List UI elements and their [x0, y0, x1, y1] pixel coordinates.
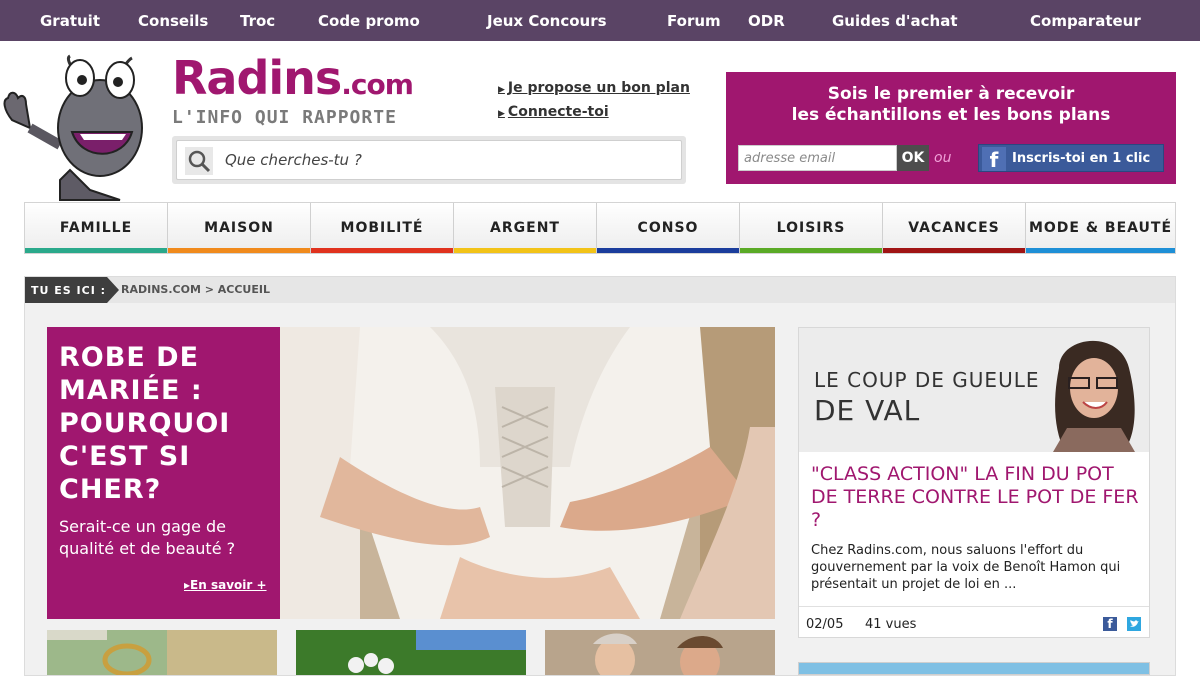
- topnav-code-promo[interactable]: Code promo: [318, 12, 420, 30]
- category-famille-label: FAMILLE: [59, 220, 133, 236]
- topnav-forum[interactable]: Forum: [667, 12, 721, 30]
- category-maison-label: MAISON: [204, 220, 274, 236]
- propose-bon-plan-link[interactable]: ▶ Je propose un bon plan: [498, 77, 690, 101]
- category-mode-beaute[interactable]: MODE & BEAUTÉ: [1026, 203, 1175, 253]
- breadcrumb: TU ES ICI : RADINS.COM > ACCUEIL: [25, 277, 1175, 303]
- category-loisirs-label: LOISIRS: [776, 220, 846, 236]
- category-mobilite-bar: [311, 248, 453, 253]
- val-article-excerpt: Chez Radins.com, nous saluons l'effort d…: [811, 543, 1121, 592]
- top-nav: Gratuit Conseils Troc Code promo Jeux Co…: [0, 0, 1200, 41]
- breadcrumb-path[interactable]: RADINS.COM > ACCUEIL: [121, 283, 270, 296]
- logo-brand-suffix: .com: [341, 68, 414, 101]
- category-conso[interactable]: CONSO: [597, 203, 740, 253]
- connecte-toi-label: Connecte-toi: [507, 104, 609, 120]
- ok-button[interactable]: OK: [897, 145, 929, 171]
- val-header-line2: DE VAL: [814, 394, 921, 427]
- category-loisirs-bar: [740, 248, 882, 253]
- topnav-comparateur[interactable]: Comparateur: [1030, 12, 1141, 30]
- val-header-line1: LE COUP DE GUEULE: [814, 368, 1040, 392]
- newsletter-title-line2: les échantillons et les bons plans: [791, 105, 1111, 125]
- topnav-odr[interactable]: ODR: [748, 12, 785, 30]
- sidebar-box: [798, 662, 1150, 675]
- category-menu: FAMILLE MAISON MOBILITÉ ARGENT CONSO LOI…: [24, 202, 1176, 254]
- search-bar: [172, 136, 686, 184]
- val-article-date: 02/05: [806, 617, 844, 632]
- newsletter-title-line1: Sois le premier à recevoir: [827, 84, 1075, 104]
- site-logo[interactable]: Radins.com L'INFO QUI RAPPORTE: [172, 51, 414, 128]
- search-box: [176, 140, 682, 180]
- category-argent-bar: [454, 248, 596, 253]
- read-more-label: En savoir +: [190, 578, 267, 592]
- facebook-icon: f: [982, 147, 1006, 172]
- twitter-share-icon[interactable]: [1127, 617, 1141, 631]
- val-article-title[interactable]: "CLASS ACTION" LA FIN DU POT DE TERRE CO…: [811, 463, 1141, 532]
- search-icon[interactable]: [185, 147, 213, 175]
- category-famille-bar: [25, 248, 167, 253]
- logo-brand: Radins.com: [172, 51, 414, 111]
- val-header[interactable]: LE COUP DE GUEULE DE VAL: [799, 328, 1149, 452]
- arrow-right-icon: ▶: [498, 85, 505, 95]
- category-vacances-bar: [883, 248, 1025, 253]
- val-article-footer: 02/05 41 vues f: [799, 606, 1149, 638]
- category-maison-bar: [168, 248, 310, 253]
- category-mode-beaute-label: MODE & BEAUTÉ: [1028, 220, 1173, 236]
- category-conso-bar: [597, 248, 739, 253]
- search-input[interactable]: [225, 149, 665, 171]
- category-famille[interactable]: FAMILLE: [25, 203, 168, 253]
- quick-links: ▶ Je propose un bon plan ▶ Connecte-toi: [498, 77, 690, 125]
- facebook-share-icon[interactable]: f: [1103, 617, 1117, 631]
- newsletter-title: Sois le premier à recevoir les échantill…: [726, 84, 1176, 126]
- topnav-troc[interactable]: Troc: [240, 12, 275, 30]
- topnav-gratuit[interactable]: Gratuit: [40, 12, 100, 30]
- category-mobilite-label: MOBILITÉ: [340, 220, 424, 236]
- thumbnail-people[interactable]: [545, 630, 775, 675]
- category-vacances-label: VACANCES: [908, 220, 1000, 236]
- topnav-jeux-concours[interactable]: Jeux Concours: [487, 12, 607, 30]
- logo-brand-name: Radins: [172, 51, 342, 105]
- thumbnail-garden[interactable]: [296, 630, 526, 675]
- category-loisirs[interactable]: LOISIRS: [740, 203, 883, 253]
- val-article-views: 41 vues: [865, 617, 917, 632]
- propose-bon-plan-label: Je propose un bon plan: [507, 80, 690, 96]
- thumbnail-money-rings[interactable]: [47, 630, 277, 675]
- val-column-card: LE COUP DE GUEULE DE VAL "CLASS ACTION" …: [798, 327, 1150, 638]
- email-field[interactable]: [738, 145, 897, 171]
- logo-tagline: L'INFO QUI RAPPORTE: [172, 107, 397, 128]
- category-mobilite[interactable]: MOBILITÉ: [311, 203, 454, 253]
- topnav-conseils[interactable]: Conseils: [138, 12, 208, 30]
- category-argent-label: ARGENT: [490, 220, 560, 236]
- category-conso-label: CONSO: [637, 220, 699, 236]
- or-label: ou: [934, 150, 952, 166]
- arrow-right-icon: ▶: [498, 109, 505, 119]
- facebook-signup-label: Inscris-toi en 1 clic: [1012, 151, 1151, 166]
- breadcrumb-here-label: TU ES ICI :: [25, 277, 119, 303]
- val-portrait: [1053, 340, 1135, 452]
- category-vacances[interactable]: VACANCES: [883, 203, 1026, 253]
- mascot-image: [3, 54, 143, 201]
- wedding-dress-photo[interactable]: [280, 327, 775, 619]
- category-mode-beaute-bar: [1026, 248, 1175, 253]
- feature-text-block: ROBE DE MARIÉE : POURQUOI C'EST SI CHER?…: [47, 327, 280, 619]
- feature-article[interactable]: ROBE DE MARIÉE : POURQUOI C'EST SI CHER?…: [47, 327, 775, 619]
- category-maison[interactable]: MAISON: [168, 203, 311, 253]
- feature-subtitle: Serait-ce un gage de qualité et de beaut…: [59, 517, 236, 558]
- facebook-signup-button[interactable]: f Inscris-toi en 1 clic: [978, 144, 1164, 172]
- category-argent[interactable]: ARGENT: [454, 203, 597, 253]
- newsletter-box: Sois le premier à recevoir les échantill…: [726, 72, 1176, 184]
- read-more-link[interactable]: ▸En savoir +: [184, 578, 267, 592]
- feature-headline[interactable]: ROBE DE MARIÉE : POURQUOI C'EST SI CHER?: [59, 341, 274, 506]
- topnav-guides-achat[interactable]: Guides d'achat: [832, 12, 958, 30]
- connecte-toi-link[interactable]: ▶ Connecte-toi: [498, 101, 690, 125]
